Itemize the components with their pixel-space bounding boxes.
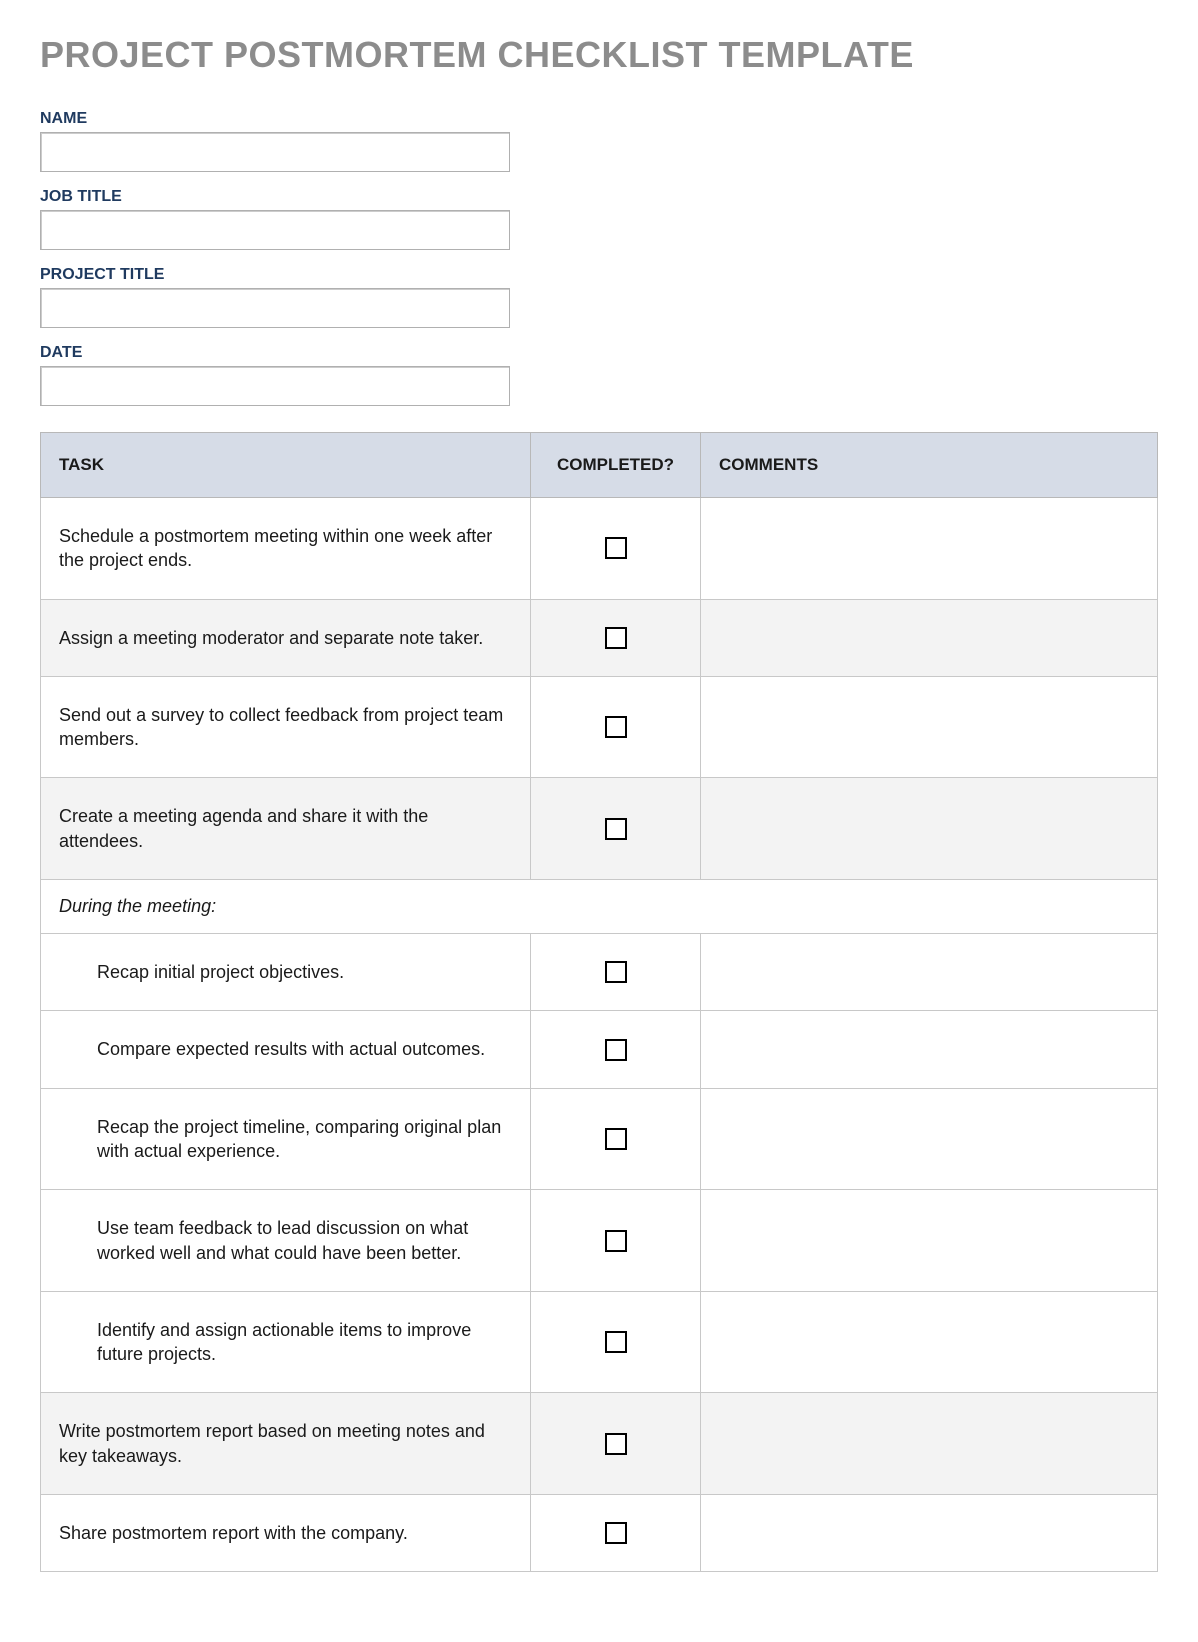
project-title-input[interactable] bbox=[40, 288, 510, 328]
checkbox[interactable] bbox=[605, 1230, 627, 1252]
job-title-label: JOB TITLE bbox=[40, 188, 1158, 206]
comments-cell[interactable] bbox=[701, 498, 1158, 600]
task-text: Recap initial project objectives. bbox=[41, 934, 531, 1011]
checkbox[interactable] bbox=[605, 1522, 627, 1544]
table-row: Compare expected results with actual out… bbox=[41, 1011, 1158, 1088]
table-row: Assign a meeting moderator and separate … bbox=[41, 599, 1158, 676]
completed-cell bbox=[531, 599, 701, 676]
checkbox[interactable] bbox=[605, 818, 627, 840]
comments-cell[interactable] bbox=[701, 676, 1158, 778]
completed-cell bbox=[531, 1291, 701, 1393]
comments-cell[interactable] bbox=[701, 1011, 1158, 1088]
completed-cell bbox=[531, 676, 701, 778]
task-text: Recap the project timeline, comparing or… bbox=[41, 1088, 531, 1190]
name-label: NAME bbox=[40, 110, 1158, 128]
comments-cell[interactable] bbox=[701, 1393, 1158, 1495]
table-row: Write postmortem report based on meeting… bbox=[41, 1393, 1158, 1495]
table-row: During the meeting: bbox=[41, 880, 1158, 934]
task-text: Schedule a postmortem meeting within one… bbox=[41, 498, 531, 600]
date-label: DATE bbox=[40, 344, 1158, 362]
task-text: Write postmortem report based on meeting… bbox=[41, 1393, 531, 1495]
checkbox[interactable] bbox=[605, 1331, 627, 1353]
task-text: Create a meeting agenda and share it wit… bbox=[41, 778, 531, 880]
completed-cell bbox=[531, 1088, 701, 1190]
table-row: Create a meeting agenda and share it wit… bbox=[41, 778, 1158, 880]
completed-cell bbox=[531, 778, 701, 880]
comments-cell[interactable] bbox=[701, 599, 1158, 676]
checkbox[interactable] bbox=[605, 716, 627, 738]
date-input[interactable] bbox=[40, 366, 510, 406]
completed-cell bbox=[531, 1011, 701, 1088]
checkbox[interactable] bbox=[605, 627, 627, 649]
table-row: Share postmortem report with the company… bbox=[41, 1495, 1158, 1572]
checkbox[interactable] bbox=[605, 1039, 627, 1061]
header-completed: COMPLETED? bbox=[531, 433, 701, 498]
name-input[interactable] bbox=[40, 132, 510, 172]
comments-cell[interactable] bbox=[701, 778, 1158, 880]
table-row: Schedule a postmortem meeting within one… bbox=[41, 498, 1158, 600]
header-task: TASK bbox=[41, 433, 531, 498]
task-text: Use team feedback to lead discussion on … bbox=[41, 1190, 531, 1292]
table-row: Send out a survey to collect feedback fr… bbox=[41, 676, 1158, 778]
project-title-label: PROJECT TITLE bbox=[40, 266, 1158, 284]
comments-cell[interactable] bbox=[701, 934, 1158, 1011]
form-fields: NAME JOB TITLE PROJECT TITLE DATE bbox=[40, 110, 1158, 406]
completed-cell bbox=[531, 1495, 701, 1572]
checkbox[interactable] bbox=[605, 961, 627, 983]
table-row: Recap the project timeline, comparing or… bbox=[41, 1088, 1158, 1190]
task-text: Assign a meeting moderator and separate … bbox=[41, 599, 531, 676]
table-row: Use team feedback to lead discussion on … bbox=[41, 1190, 1158, 1292]
task-text: Send out a survey to collect feedback fr… bbox=[41, 676, 531, 778]
task-text: Compare expected results with actual out… bbox=[41, 1011, 531, 1088]
comments-cell[interactable] bbox=[701, 1495, 1158, 1572]
checkbox[interactable] bbox=[605, 1433, 627, 1455]
task-text: Identify and assign actionable items to … bbox=[41, 1291, 531, 1393]
page-title: PROJECT POSTMORTEM CHECKLIST TEMPLATE bbox=[40, 34, 1158, 76]
completed-cell bbox=[531, 1393, 701, 1495]
comments-cell[interactable] bbox=[701, 1190, 1158, 1292]
completed-cell bbox=[531, 498, 701, 600]
table-row: Recap initial project objectives. bbox=[41, 934, 1158, 1011]
completed-cell bbox=[531, 1190, 701, 1292]
header-comments: COMMENTS bbox=[701, 433, 1158, 498]
table-row: Identify and assign actionable items to … bbox=[41, 1291, 1158, 1393]
section-heading: During the meeting: bbox=[41, 880, 1158, 934]
completed-cell bbox=[531, 934, 701, 1011]
task-text: Share postmortem report with the company… bbox=[41, 1495, 531, 1572]
checklist-table: TASK COMPLETED? COMMENTS Schedule a post… bbox=[40, 432, 1158, 1572]
comments-cell[interactable] bbox=[701, 1088, 1158, 1190]
comments-cell[interactable] bbox=[701, 1291, 1158, 1393]
job-title-input[interactable] bbox=[40, 210, 510, 250]
checkbox[interactable] bbox=[605, 1128, 627, 1150]
checkbox[interactable] bbox=[605, 537, 627, 559]
